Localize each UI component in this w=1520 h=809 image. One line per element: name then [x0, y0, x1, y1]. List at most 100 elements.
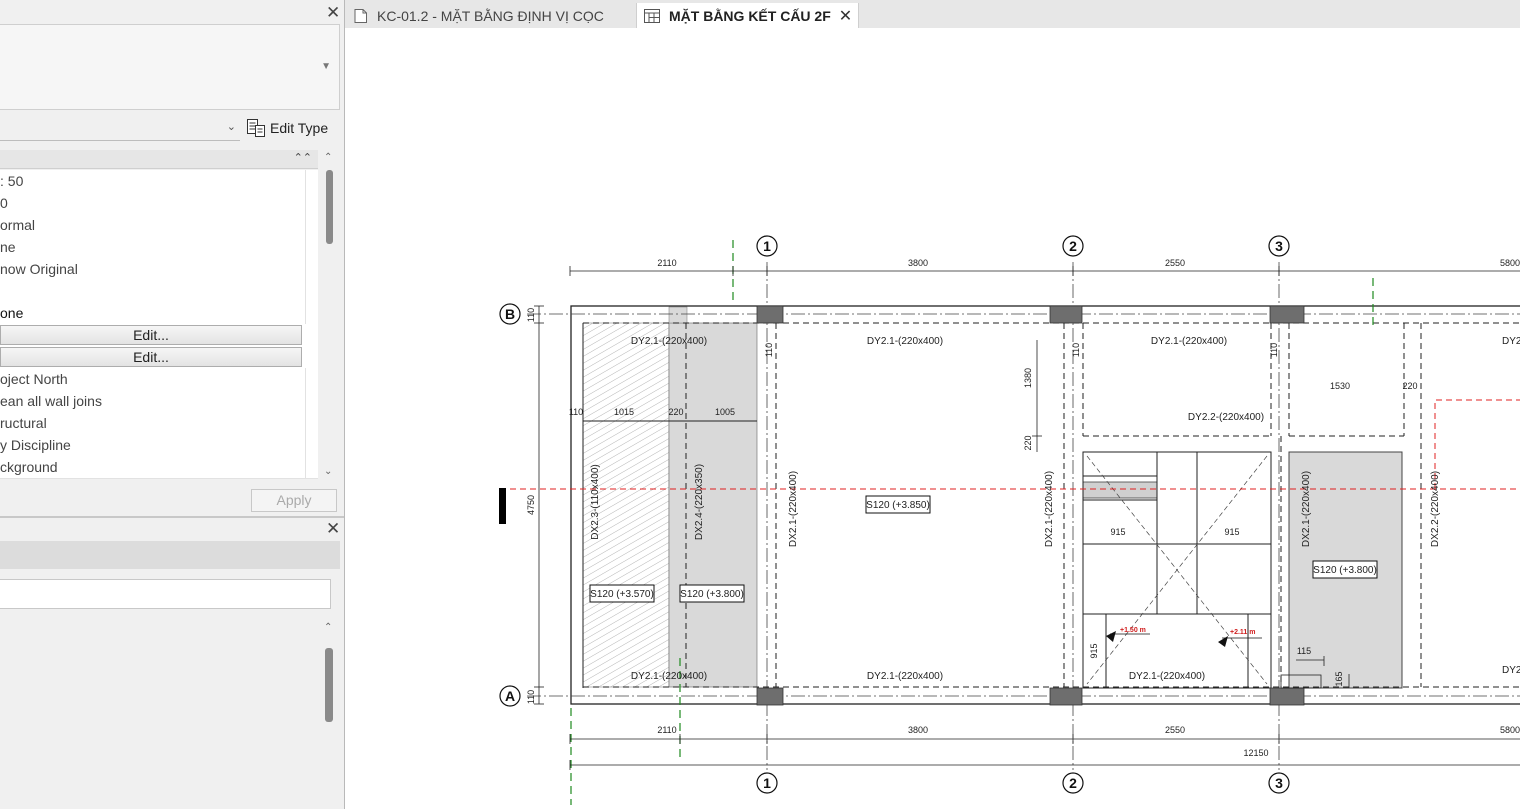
property-row[interactable]: ean all wall joins	[0, 390, 318, 413]
beam-label[interactable]: DY2.1-(220x400)	[867, 671, 943, 682]
beam-label[interactable]: DY2.1-(220x400)	[1151, 336, 1227, 347]
type-dropdown-icon[interactable]: ▼	[321, 61, 331, 72]
beam-label[interactable]: DY2.2-(220x400)	[1188, 412, 1264, 423]
property-row[interactable]: ne	[0, 236, 318, 259]
beam-label[interactable]: DY2.1-(220x400)	[631, 336, 707, 347]
beam-label[interactable]: DY2	[1502, 665, 1520, 676]
dim-text: 220	[1402, 381, 1417, 391]
property-value: ean all wall joins	[0, 393, 102, 409]
beam-label[interactable]: DY2.1-(220x400)	[867, 336, 943, 347]
slab-tag[interactable]: S120 (+3.800)	[1312, 560, 1378, 579]
grid-bubble-1-bottom[interactable]: 1	[756, 772, 778, 794]
property-value: ructural	[0, 415, 47, 431]
dim-text: 1015	[614, 407, 634, 417]
dim-text: 5800	[1500, 258, 1520, 268]
scroll-up-icon[interactable]: ⌃	[324, 152, 332, 163]
columns[interactable]	[756, 305, 1305, 706]
grid-bubble-1-top[interactable]: 1	[756, 235, 778, 257]
property-row[interactable]: ructural	[0, 412, 318, 435]
grid-bubble-3-top[interactable]: 3	[1268, 235, 1290, 257]
dim-text: 4750	[526, 495, 536, 515]
beam-label[interactable]: DY2.1-(220x400)	[1129, 671, 1205, 682]
collapse-icon[interactable]: ⌃⌃	[294, 151, 312, 164]
floor-plan-drawing[interactable]: 1 2 3 1 2 3 B A 2110 3800 2550 5800 2110…	[345, 28, 1520, 809]
dim-text: 110	[526, 690, 536, 704]
tab-mat-bang-ket-cau-2f[interactable]: MẶT BẰNG KẾT CẤU 2F ✕	[636, 3, 860, 28]
dim-text: 110	[1269, 343, 1279, 357]
property-row[interactable]: y Discipline	[0, 434, 318, 457]
beam-label[interactable]: DX2.1-(220x400)	[1044, 471, 1055, 547]
grid-bubble-3-bottom[interactable]: 3	[1268, 772, 1290, 794]
property-value: : 50	[0, 173, 24, 189]
grid-bubble-a[interactable]: A	[499, 685, 521, 707]
properties-group-header[interactable]: ⌃⌃	[0, 150, 318, 169]
stair-landing	[1082, 481, 1158, 499]
dimension-lines-bottom	[569, 734, 1520, 770]
properties-close-icon[interactable]: ✕	[326, 4, 340, 21]
dim-text: 110	[1071, 343, 1081, 357]
property-value: ckground	[0, 459, 58, 475]
beam-label[interactable]: DX2.4-(220x350)	[694, 464, 705, 540]
property-row[interactable]: one	[0, 302, 318, 325]
beam-label[interactable]: DY2.1-(220x400)	[631, 671, 707, 682]
beam-label[interactable]: DY2	[1502, 336, 1520, 347]
property-row[interactable]	[0, 280, 318, 303]
close-tab-icon[interactable]: ✕	[839, 6, 852, 26]
beam-label[interactable]: DX2.3-(110x400)	[590, 464, 601, 539]
property-value: ne	[0, 239, 16, 255]
project-browser-close-icon[interactable]: ✕	[326, 520, 340, 537]
property-row: Edit...	[0, 324, 318, 347]
column-divider	[305, 390, 306, 412]
column-divider	[305, 236, 306, 258]
dim-text: 915	[1110, 527, 1125, 537]
edit-button[interactable]: Edit...	[0, 347, 302, 367]
grid-bubble-2-top[interactable]: 2	[1062, 235, 1084, 257]
slab-tag[interactable]: S120 (+3.800)	[679, 584, 745, 603]
properties-scrollbar[interactable]: ⌃ ⌄	[320, 150, 338, 484]
project-browser-scrollbar[interactable]: ⌃	[320, 620, 338, 809]
dim-text: 2110	[657, 725, 676, 735]
tab-label: MẶT BẰNG KẾT CẤU 2F	[669, 7, 831, 24]
beam-label[interactable]: DX2.2-(220x400)	[1430, 471, 1441, 547]
elevation-marker[interactable]: +1.50 m	[1106, 627, 1150, 642]
scrollbar-thumb[interactable]	[325, 648, 333, 722]
edit-button[interactable]: Edit...	[0, 325, 302, 345]
chevron-down-icon[interactable]: ⌄	[227, 120, 236, 133]
column-divider	[305, 302, 306, 324]
scroll-up-icon[interactable]: ⌃	[324, 622, 332, 633]
slab-tag[interactable]: S120 (+3.570)	[589, 584, 655, 603]
section-marker[interactable]	[499, 488, 506, 524]
property-value: one	[0, 305, 24, 321]
floor-plan-view-icon	[644, 8, 660, 23]
property-row[interactable]: now Original	[0, 258, 318, 281]
edit-type-button[interactable]: Edit Type	[246, 116, 328, 140]
instance-filter-dropdown[interactable]: ⌄	[0, 116, 240, 141]
elevation-marker[interactable]: +2.11 m	[1218, 629, 1262, 647]
tab-kc-01-2[interactable]: KC-01.2 - MẶT BẰNG ĐỊNH VỊ CỌC	[353, 3, 604, 28]
property-row: Edit...	[0, 346, 318, 369]
drawing-canvas[interactable]: 1 2 3 1 2 3 B A 2110 3800 2550 5800 2110…	[345, 28, 1520, 809]
svg-text:1: 1	[763, 238, 771, 254]
scroll-down-icon[interactable]: ⌄	[324, 466, 332, 477]
project-browser-search-input[interactable]	[0, 579, 331, 609]
dim-text: 110	[569, 407, 583, 417]
shaded-slab-left[interactable]	[668, 322, 758, 688]
property-row[interactable]: ormal	[0, 214, 318, 237]
property-row[interactable]: : 50	[0, 170, 318, 193]
project-browser-header	[0, 541, 340, 569]
edit-type-icon	[247, 119, 265, 137]
slab-tag[interactable]: S120 (+3.850)	[865, 495, 931, 514]
grid-bubble-b[interactable]: B	[499, 303, 521, 325]
scrollbar-thumb[interactable]	[326, 170, 333, 244]
apply-button[interactable]: Apply	[251, 489, 337, 512]
property-row[interactable]: 0	[0, 192, 318, 215]
type-preview-box[interactable]: ▼	[0, 24, 340, 110]
beam-label[interactable]: DX2.1-(220x400)	[1301, 471, 1312, 547]
grid-bubble-2-bottom[interactable]: 2	[1062, 772, 1084, 794]
column-divider	[305, 368, 306, 390]
property-row[interactable]: ckground	[0, 456, 318, 479]
stair-void-cross	[1086, 455, 1268, 685]
property-row[interactable]: oject North	[0, 368, 318, 391]
panel-divider[interactable]	[0, 516, 344, 518]
beam-label[interactable]: DX2.1-(220x400)	[788, 471, 799, 547]
